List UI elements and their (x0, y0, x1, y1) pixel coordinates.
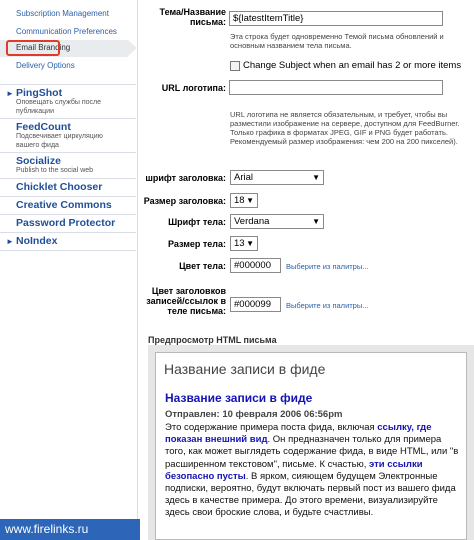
link-color-picker-link[interactable]: Выберите из палитры... (286, 301, 369, 310)
service-creative-commons[interactable]: Creative Commons (16, 199, 112, 211)
divider (0, 232, 136, 233)
logo-url-help: URL логотипа не является обязательным, и… (230, 110, 460, 146)
preview-section-title: Предпросмотр HTML письма (148, 335, 277, 345)
sidebar-item-communication-preferences[interactable]: Communication Preferences (16, 27, 117, 36)
service-password-protector[interactable]: Password Protector (16, 217, 115, 229)
body-font-select[interactable]: Verdana ▼ (230, 214, 324, 229)
link-color-input[interactable]: #000099 (230, 297, 281, 312)
subject-label: Тема/Название письма: (159, 7, 226, 27)
body-font-value: Verdana (234, 216, 270, 227)
active-pointer (128, 40, 137, 56)
email-preview: Название записи в фиде Название записи в… (155, 352, 467, 540)
body-color-picker-link[interactable]: Выберите из палитры... (286, 262, 369, 271)
service-socialize-desc: Publish to the social web (16, 167, 94, 174)
divider (0, 214, 136, 215)
body-size-select[interactable]: 13 ▼ (230, 236, 258, 251)
body-color-input[interactable]: #000000 (230, 258, 281, 273)
sidebar-item-subscription-management[interactable]: Subscription Management (16, 9, 109, 18)
divider (0, 196, 136, 197)
divider (0, 152, 136, 153)
service-pingshot[interactable]: PingShot (16, 87, 62, 99)
logo-url-label: URL логотипа: (161, 83, 226, 93)
body-size-value: 13 (234, 238, 245, 249)
service-feedcount-desc: Подсвечивает циркуляцию вашего фида (16, 133, 103, 149)
chevron-down-icon: ▼ (312, 173, 320, 182)
highlight-annotation (6, 40, 60, 56)
heading-font-value: Arial (234, 172, 254, 183)
email-branding-form: Тема/Название письма: ${latestItemTitle}… (140, 0, 474, 540)
post-body: Это содержание примера поста фида, включ… (165, 422, 461, 520)
chevron-down-icon: ▼ (312, 217, 320, 226)
service-socialize[interactable]: Socialize (16, 155, 61, 167)
heading-size-select[interactable]: 18 ▼ (230, 193, 258, 208)
sidebar: Subscription Management Communication Pr… (0, 0, 138, 540)
arrow-icon: ► (6, 237, 14, 246)
body-color-label: Цвет тела: (179, 261, 226, 271)
sidebar-item-delivery-options[interactable]: Delivery Options (16, 61, 75, 70)
heading-size-value: 18 (234, 195, 245, 206)
watermark: www.firelinks.ru (0, 519, 140, 540)
post-title: Название записи в фиде (165, 391, 313, 405)
chevron-down-icon: ▼ (246, 239, 254, 248)
heading-font-label: шрифт заголовка: (145, 173, 226, 183)
arrow-icon: ► (6, 89, 14, 98)
feed-name: Название записи в фиде (164, 361, 326, 377)
heading-font-select[interactable]: Arial ▼ (230, 170, 324, 185)
link-color-label: Цвет заголовков записей/ссылок в теле пи… (146, 286, 226, 316)
service-pingshot-desc: Оповещать службы после публикации (16, 99, 102, 115)
divider (0, 250, 136, 251)
divider (0, 118, 136, 119)
body-size-label: Размер тела: (167, 239, 226, 249)
email-preview-frame: Название записи в фиде Название записи в… (148, 345, 474, 540)
divider (0, 178, 136, 179)
chevron-down-icon: ▼ (246, 196, 254, 205)
divider (0, 84, 136, 85)
change-subject-label: Change Subject when an email has 2 or mo… (243, 60, 462, 71)
subject-help: Эта строка будет одновременно Темой пись… (230, 32, 444, 50)
service-noindex[interactable]: NoIndex (16, 235, 57, 247)
service-feedcount[interactable]: FeedCount (16, 121, 71, 133)
logo-url-input[interactable] (229, 80, 443, 95)
heading-size-label: Размер заголовка: (143, 196, 226, 206)
change-subject-checkbox[interactable] (230, 61, 240, 71)
post-date: Отправлен: 10 февраля 2006 06:56pm (165, 409, 343, 420)
body-font-label: Шрифт тела: (168, 217, 226, 227)
post-body-text: Это содержание примера поста фида, включ… (165, 422, 378, 433)
service-chicklet-chooser[interactable]: Chicklet Chooser (16, 181, 102, 193)
subject-input[interactable]: ${latestItemTitle} (229, 11, 443, 26)
